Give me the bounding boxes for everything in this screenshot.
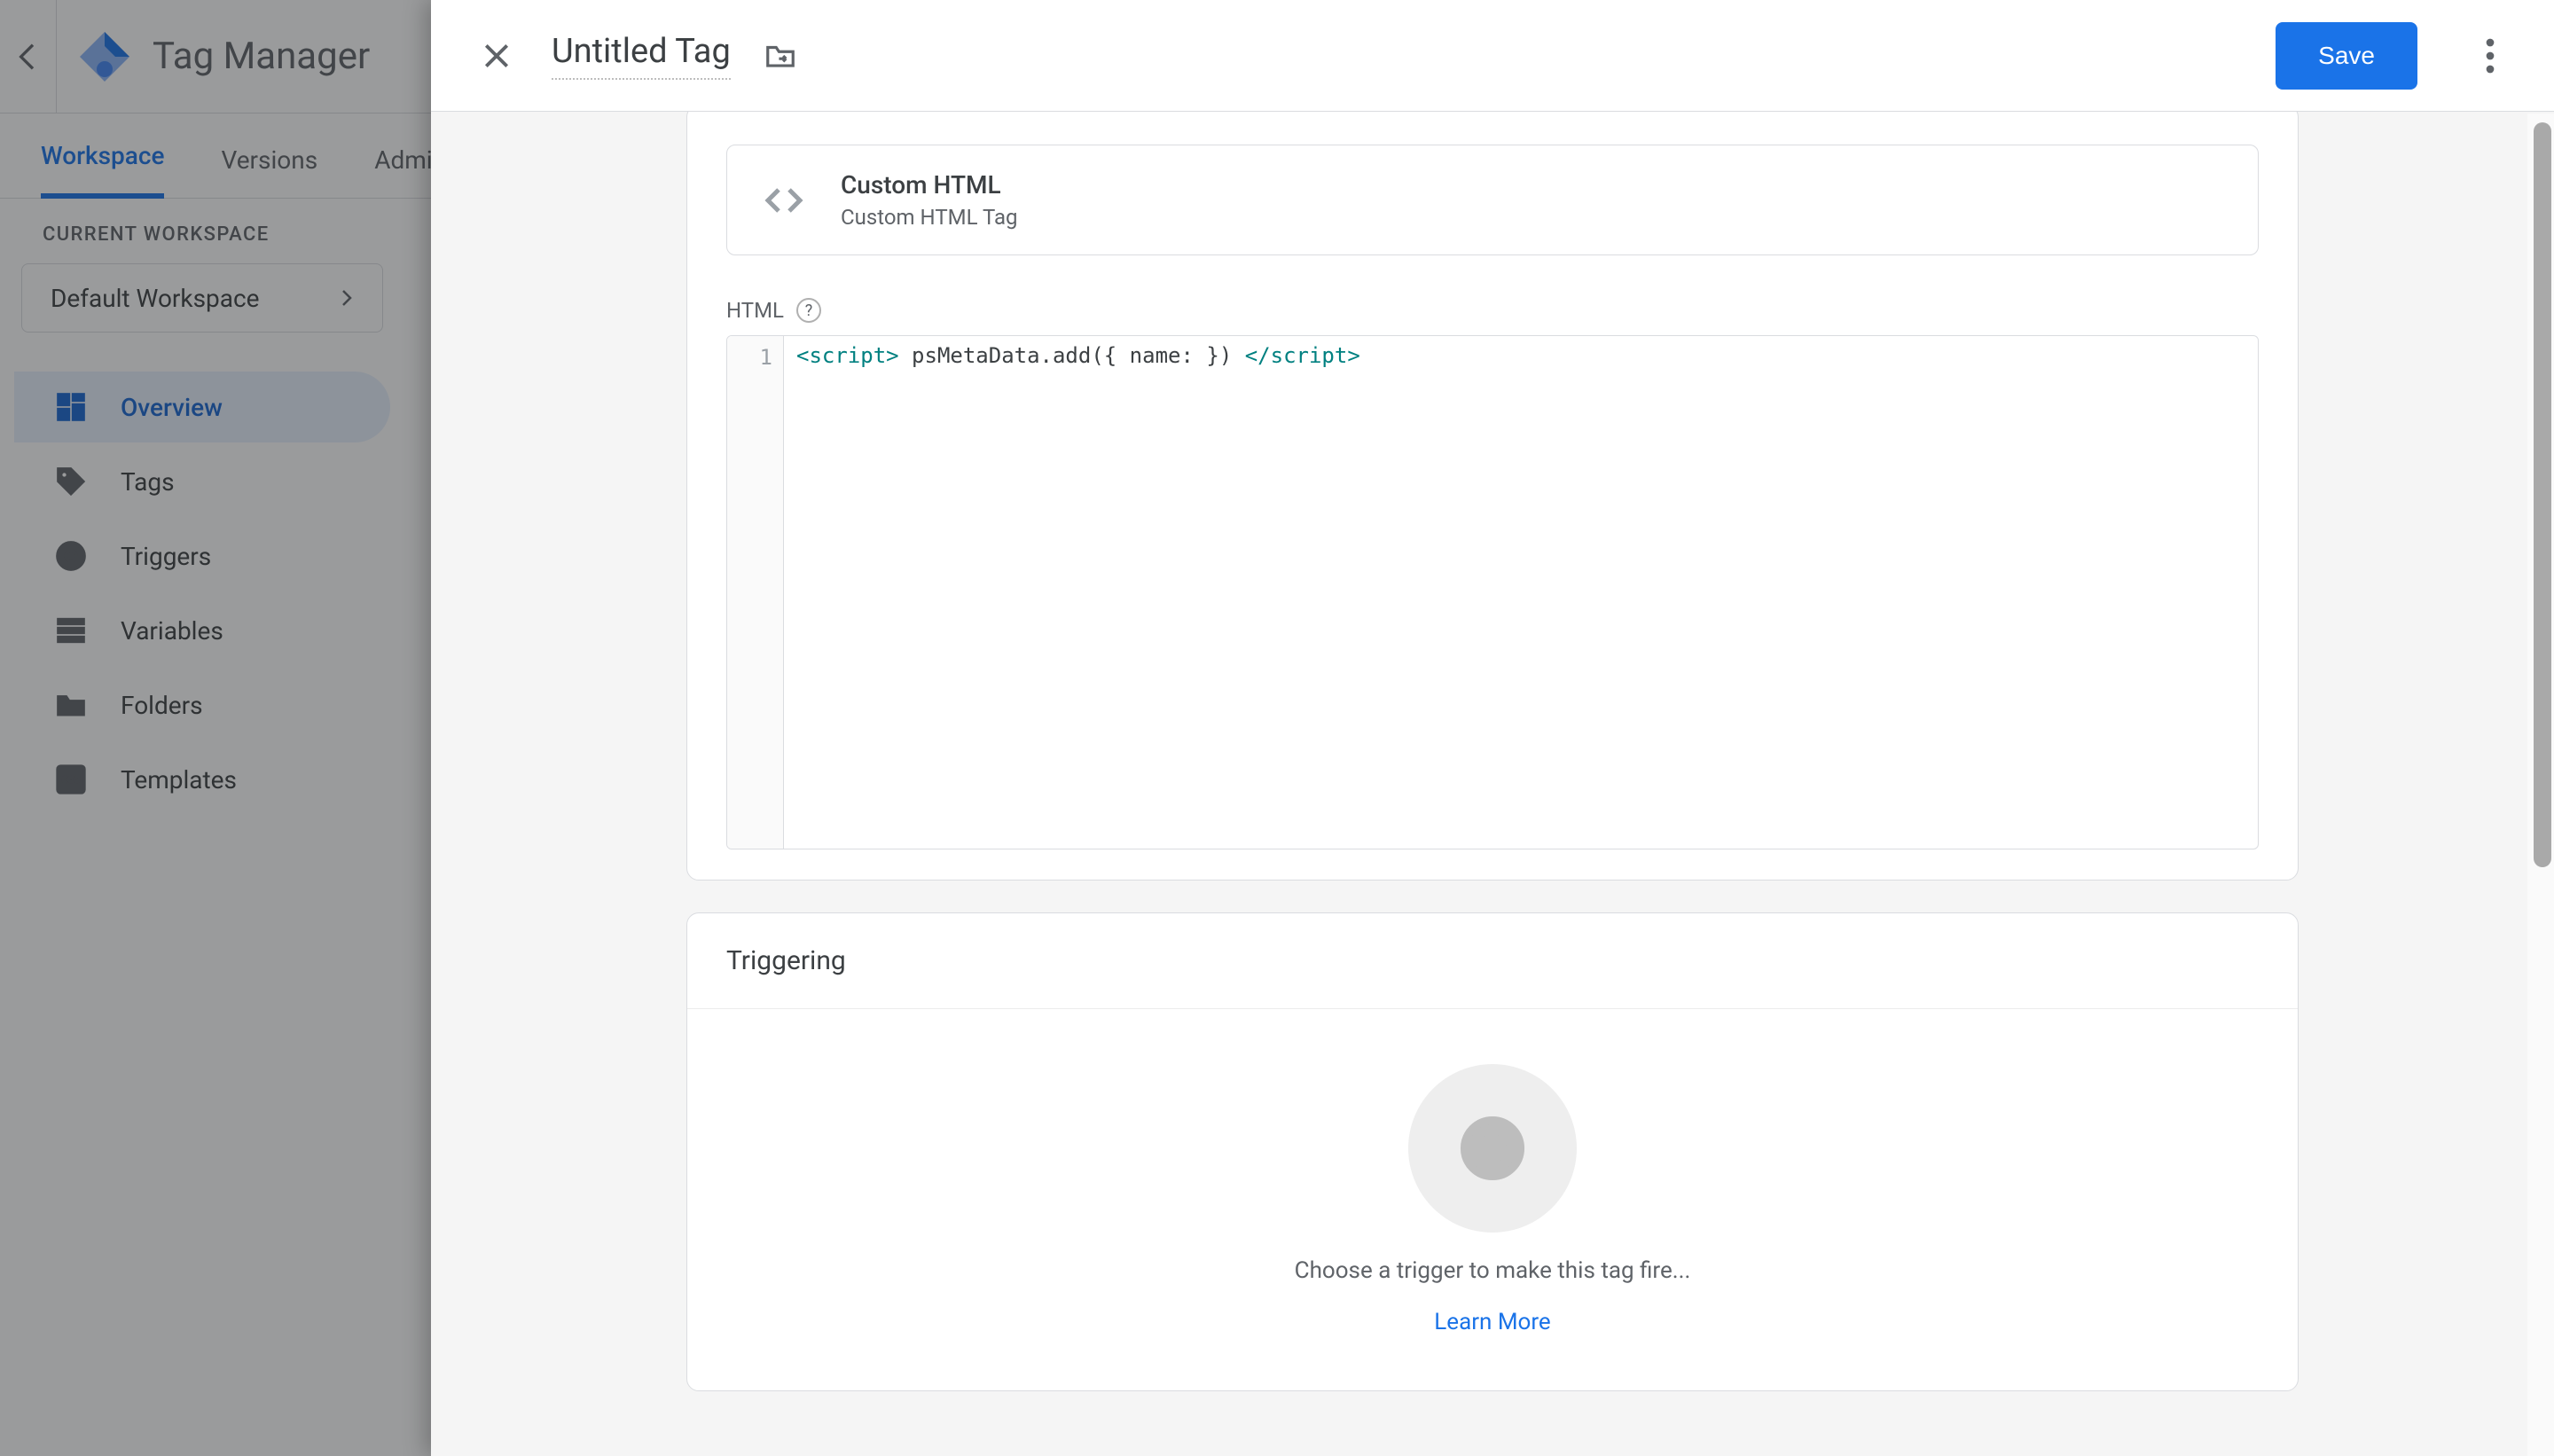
- move-to-folder-button[interactable]: [759, 35, 802, 77]
- tag-type-title: Custom HTML: [841, 170, 1018, 200]
- scrollbar-track[interactable]: [2527, 114, 2554, 1456]
- code-close-tag: </script>: [1245, 343, 1360, 368]
- editor-body: Custom HTML Custom HTML Tag HTML ? 1 <sc…: [431, 112, 2554, 1456]
- triggering-empty-message: Choose a trigger to make this tag fire..…: [1295, 1257, 1691, 1284]
- code-gutter: 1: [727, 336, 784, 849]
- triggering-learn-more-link[interactable]: Learn More: [1434, 1309, 1550, 1335]
- scrollbar-thumb[interactable]: [2534, 122, 2551, 867]
- triggering-empty-area[interactable]: Choose a trigger to make this tag fire..…: [687, 1009, 2298, 1390]
- more-actions-button[interactable]: [2465, 31, 2515, 81]
- tag-name-input[interactable]: Untitled Tag: [552, 32, 731, 80]
- code-open-tag: <script>: [796, 343, 899, 368]
- editor-topbar: Untitled Tag Save: [431, 0, 2554, 112]
- custom-html-icon: [759, 176, 809, 225]
- html-help-button[interactable]: ?: [796, 298, 821, 323]
- code-content[interactable]: <script> psMetaData.add({ name: }) </scr…: [784, 336, 2258, 849]
- close-icon: [479, 38, 514, 74]
- tag-type-selector[interactable]: Custom HTML Custom HTML Tag: [726, 145, 2259, 255]
- kebab-menu-icon: [2486, 38, 2495, 74]
- trigger-placeholder-icon: [1408, 1064, 1577, 1233]
- triggering-card: Triggering Choose a trigger to make this…: [686, 912, 2299, 1391]
- tag-editor-panel: Untitled Tag Save Custom HTML Custom HTM…: [431, 0, 2554, 1456]
- triggering-heading: Triggering: [687, 913, 2298, 1009]
- line-number: 1: [727, 343, 783, 372]
- tag-type-subtitle: Custom HTML Tag: [841, 205, 1018, 230]
- code-body: psMetaData.add({ name: }): [899, 343, 1245, 368]
- tag-configuration-card: Custom HTML Custom HTML Tag HTML ? 1 <sc…: [686, 112, 2299, 881]
- folder-move-icon: [764, 39, 797, 73]
- save-button[interactable]: Save: [2276, 22, 2417, 90]
- html-field-label: HTML ?: [726, 298, 2259, 323]
- html-code-editor[interactable]: 1 <script> psMetaData.add({ name: }) </s…: [726, 335, 2259, 849]
- close-button[interactable]: [470, 29, 523, 82]
